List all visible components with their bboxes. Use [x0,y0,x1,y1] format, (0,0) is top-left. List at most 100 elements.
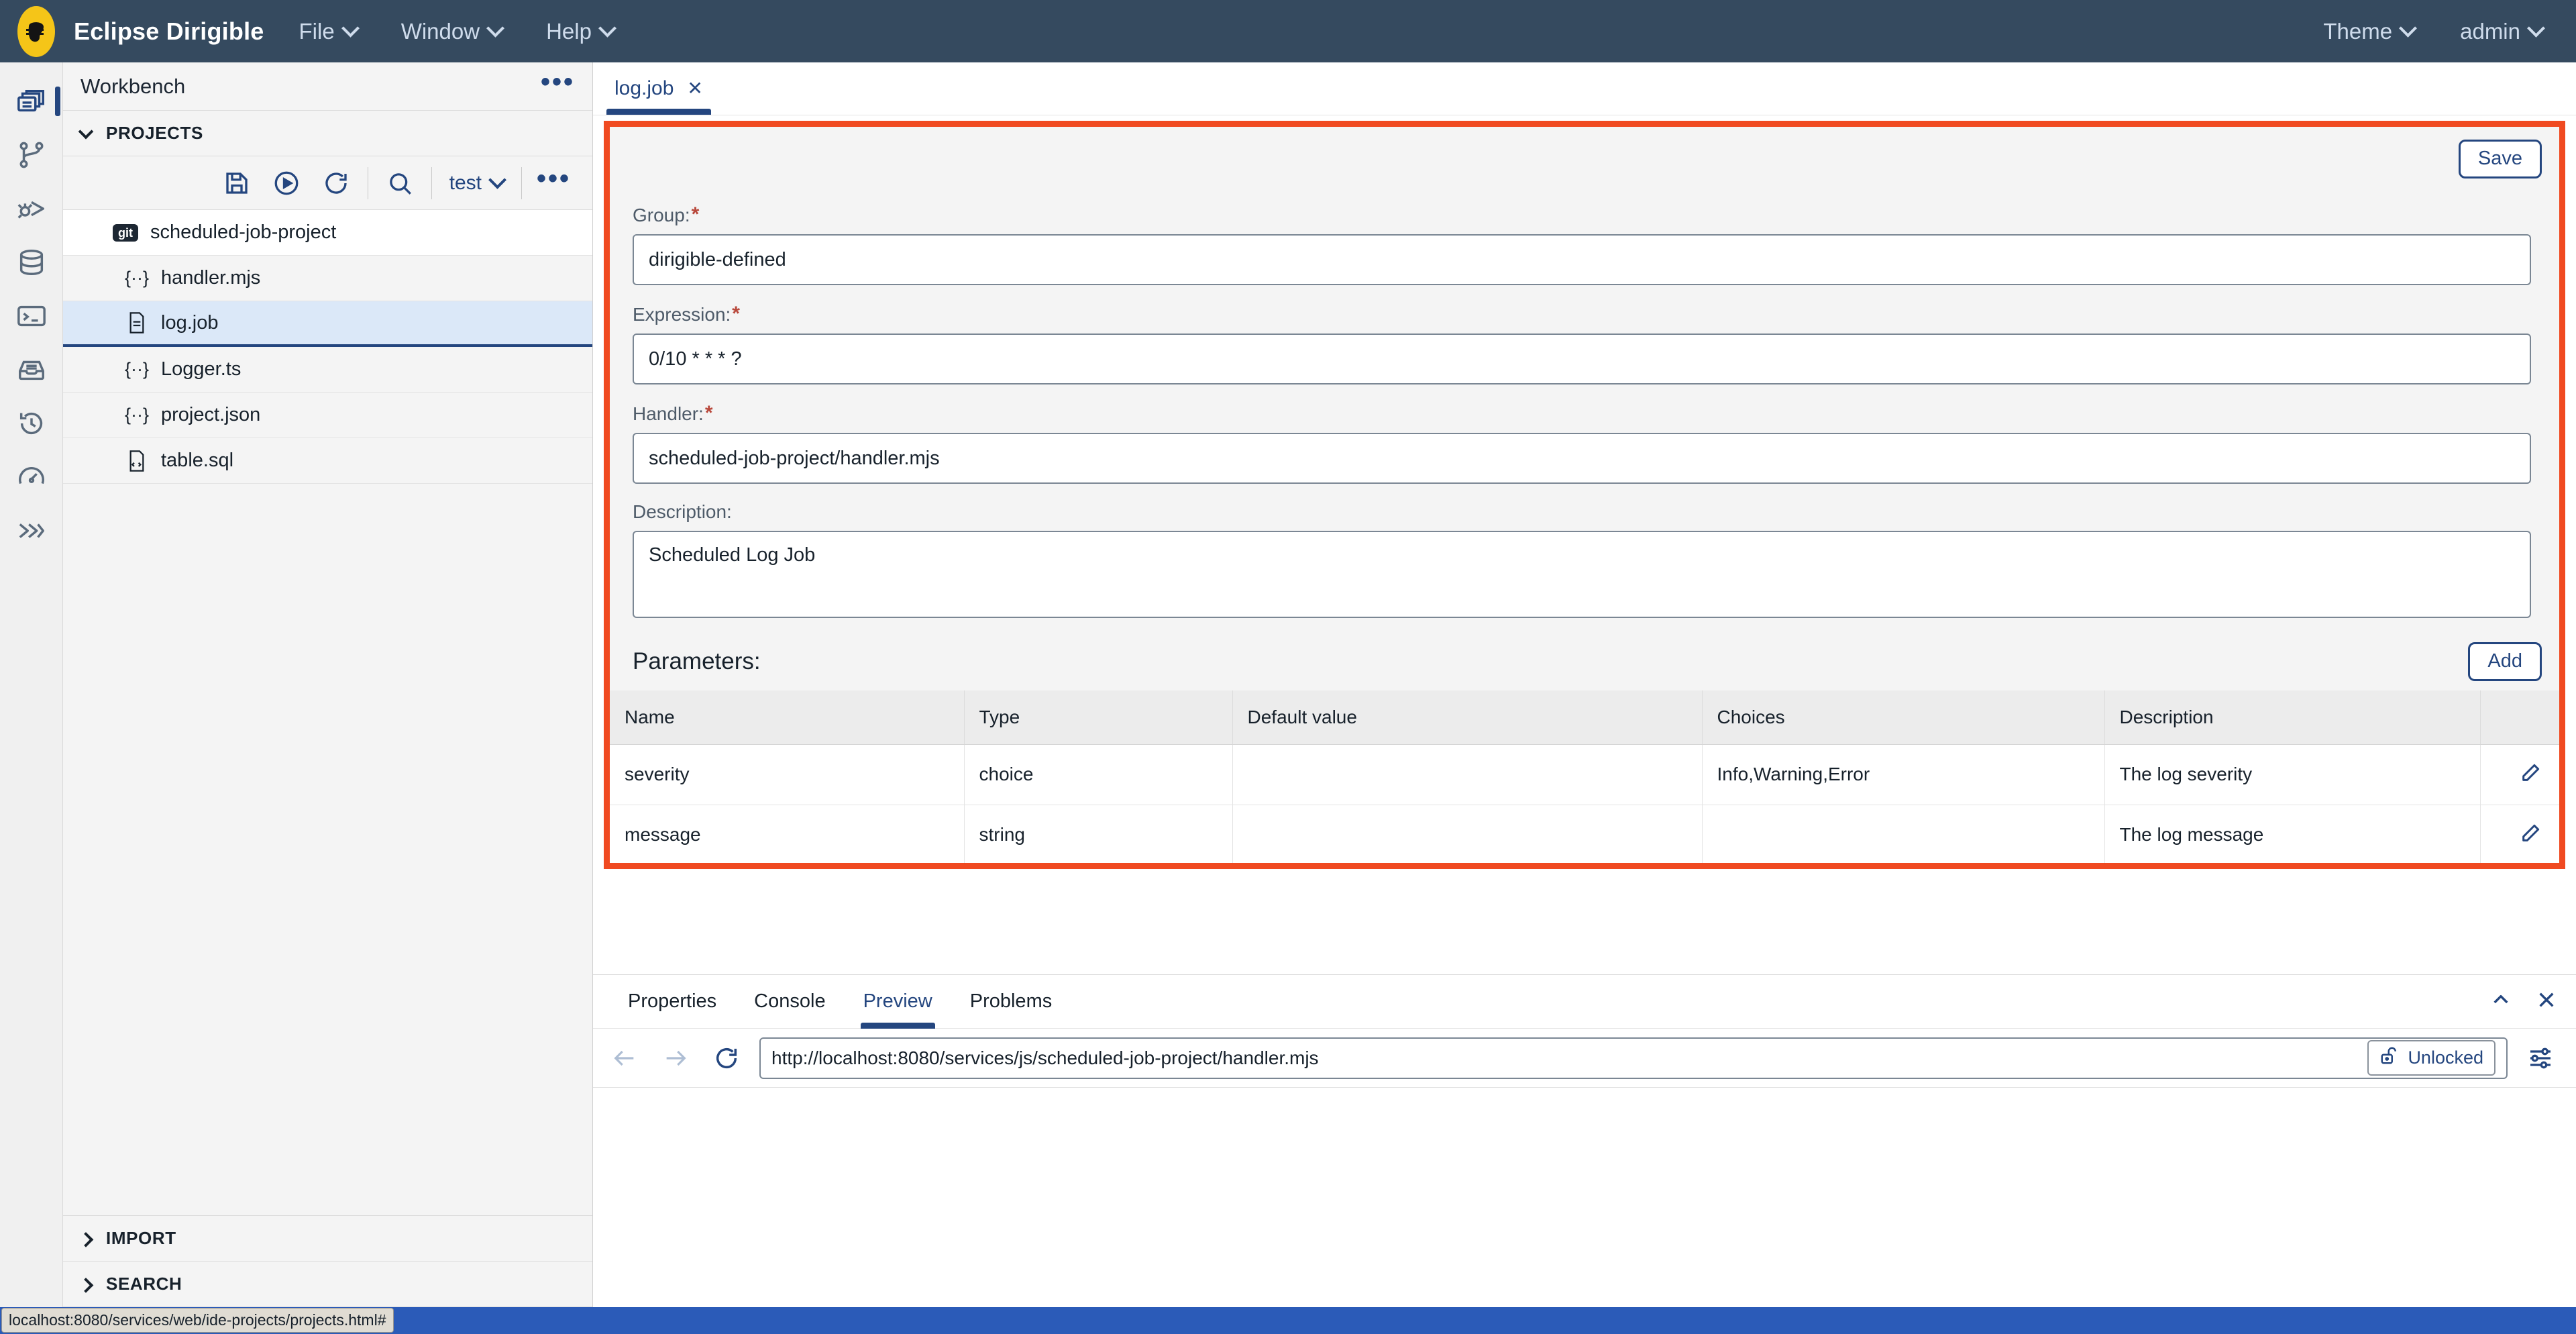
menu-user-label: admin [2460,18,2520,44]
close-icon[interactable] [2536,989,2557,1014]
preview-lock-button[interactable]: Unlocked [2367,1040,2496,1076]
preview-url-bar[interactable]: http://localhost:8080/services/js/schedu… [759,1037,2508,1079]
reload-icon[interactable] [708,1040,745,1076]
bottom-panel: Properties Console Preview Problems http… [593,974,2576,1307]
sql-file-icon [125,450,149,472]
editor-tab-label: log.job [614,76,674,99]
activity-projects-icon[interactable] [0,74,63,128]
activity-jobs-icon[interactable] [0,504,63,558]
table-row: severity choice Info,Warning,Error The l… [610,744,2559,805]
refresh-icon[interactable] [311,162,361,205]
activity-debugger-icon[interactable] [0,182,63,236]
save-icon[interactable] [212,162,262,205]
description-label-text: Description: [633,501,732,522]
cell-default-value [1232,744,1703,805]
chevron-down-icon [488,170,506,189]
required-marker: * [691,203,700,225]
parameters-title: Parameters: [633,648,761,674]
description-textarea[interactable]: Scheduled Log Job [633,531,2531,618]
group-input[interactable]: dirigible-defined [633,234,2531,285]
chevron-down-icon [598,19,616,38]
chevron-down-icon [2399,19,2418,38]
edit-icon[interactable] [2520,821,2542,849]
more-options-icon[interactable]: ••• [529,165,579,192]
chevron-up-icon[interactable] [2490,989,2512,1014]
tree-item-label: project.json [161,404,261,425]
activity-git-branch-icon[interactable] [0,128,63,182]
menu-help[interactable]: Help [542,12,618,51]
column-header-name: Name [610,690,965,745]
menu-file[interactable]: File [295,12,361,51]
run-icon[interactable] [262,162,311,205]
menu-help-label: Help [546,18,592,44]
import-section-header[interactable]: IMPORT [63,1216,592,1262]
cell-description: The log severity [2104,744,2481,805]
tab-preview[interactable]: Preview [845,975,951,1029]
editor-tab-log-job[interactable]: log.job ✕ [593,62,724,115]
cell-actions [2480,744,2559,805]
column-header-actions [2480,690,2559,745]
toolbar-divider [431,166,432,199]
tree-item-handler-mjs[interactable]: {··} handler.mjs [63,256,592,301]
tab-console[interactable]: Console [735,975,844,1029]
tab-problems[interactable]: Problems [951,975,1071,1029]
tree-item-log-job[interactable]: log.job [63,301,592,347]
activity-performance-icon[interactable] [0,450,63,504]
workspace-selector[interactable]: test [439,170,515,195]
arrow-left-icon[interactable] [606,1040,643,1076]
tree-item-table-sql[interactable]: table.sql [63,438,592,484]
group-label: Group: * [633,203,2536,226]
edit-icon[interactable] [2520,761,2542,788]
job-file-icon [125,312,149,334]
parameters-header-row: Parameters: Add [610,625,2559,690]
workbench-header: Workbench ••• [63,62,592,111]
tree-item-project-json[interactable]: {··} project.json [63,393,592,438]
tab-properties[interactable]: Properties [609,975,735,1029]
tree-empty-space [63,484,592,1216]
search-section-header[interactable]: SEARCH [63,1262,592,1307]
job-editor-highlight-region: Save Group: * dirigible-defined Expressi… [604,121,2565,869]
activity-bar [0,62,63,1307]
tree-item-logger-ts[interactable]: {··} Logger.ts [63,347,592,393]
activity-history-icon[interactable] [0,397,63,450]
save-button[interactable]: Save [2458,140,2542,178]
bottom-panel-controls [2490,989,2576,1014]
add-parameter-button[interactable]: Add [2468,642,2542,681]
close-icon[interactable]: ✕ [687,77,702,99]
activity-terminal-icon[interactable] [0,289,63,343]
menu-theme[interactable]: Theme [2319,12,2418,51]
workspace-label: test [449,171,482,194]
table-row: message string The log message [610,805,2559,863]
cell-choices [1702,805,2105,863]
handler-input[interactable]: scheduled-job-project/handler.mjs [633,433,2531,484]
cell-name: message [610,805,965,863]
import-section-label: IMPORT [106,1228,176,1248]
cell-name: severity [610,744,965,805]
more-options-icon[interactable]: ••• [541,68,575,95]
chevron-down-icon [78,123,94,139]
chevron-right-icon [78,1277,94,1293]
column-header-type: Type [964,690,1233,745]
js-file-icon: {··} [124,359,150,379]
editor-save-row: Save [610,127,2559,191]
projects-toolbar: test ••• [63,156,592,210]
projects-section-header[interactable]: PROJECTS [63,111,592,156]
handler-label: Handler: * [633,402,2536,425]
activity-repository-icon[interactable] [0,343,63,397]
tree-root-label: scheduled-job-project [150,221,337,243]
cell-type: choice [964,744,1233,805]
app-title: Eclipse Dirigible [74,17,264,45]
required-marker: * [732,303,740,325]
activity-database-icon[interactable] [0,236,63,289]
tree-root-scheduled-job-project[interactable]: git scheduled-job-project [63,210,592,256]
sliders-icon[interactable] [2522,1040,2559,1076]
menu-window[interactable]: Window [397,12,506,51]
expression-input[interactable]: 0/10 * * * ? [633,334,2531,384]
chevron-down-icon [2527,19,2545,38]
top-header-bar: Eclipse Dirigible File Window Help Theme… [0,0,2576,62]
tree-item-label: table.sql [161,450,234,471]
cell-type: string [964,805,1233,863]
menu-user[interactable]: admin [2456,12,2546,51]
arrow-right-icon[interactable] [657,1040,694,1076]
search-icon[interactable] [375,162,425,205]
